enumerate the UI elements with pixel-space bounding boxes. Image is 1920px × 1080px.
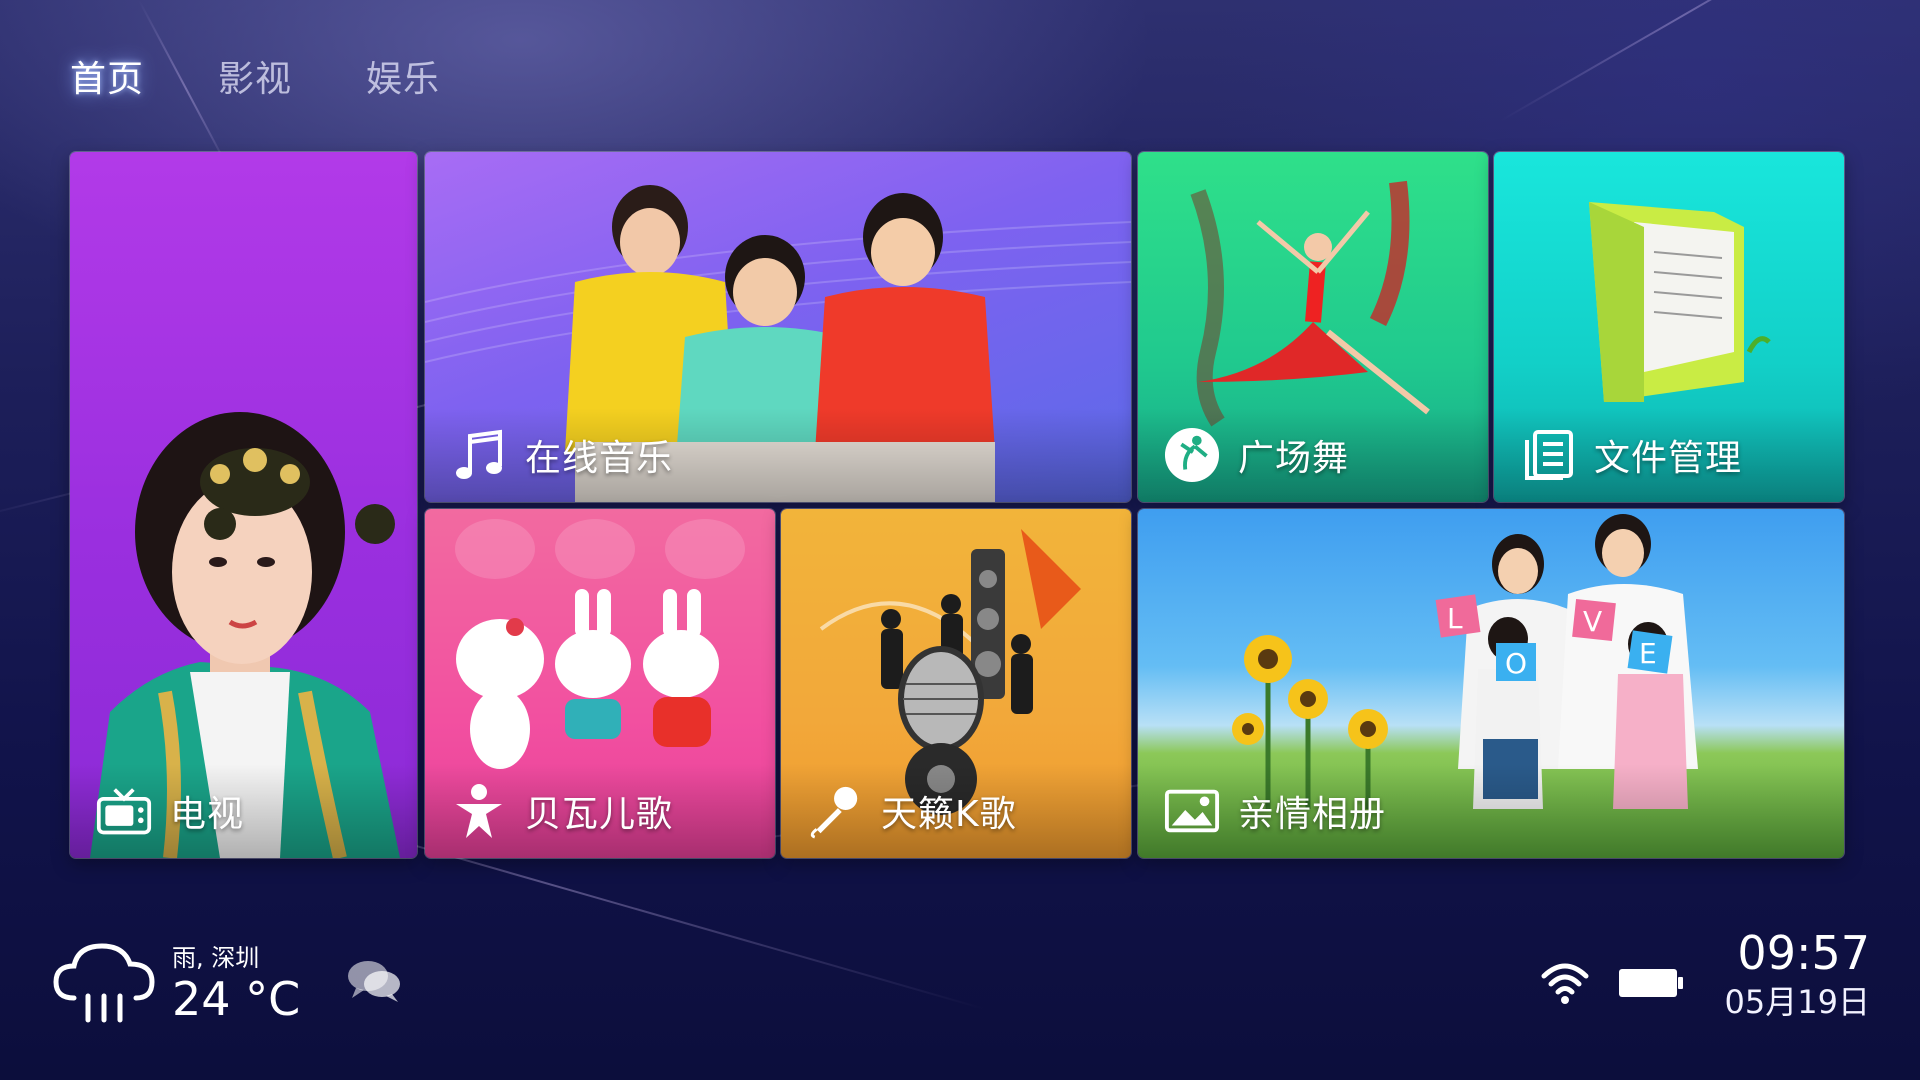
rain-cloud-icon — [52, 940, 158, 1030]
dance-caption: 广场舞 — [1138, 408, 1488, 502]
tab-entertainment[interactable]: 娱乐 — [366, 48, 514, 104]
dancer-icon — [1164, 427, 1220, 483]
tile-file-manager[interactable]: 文件管理 — [1494, 152, 1844, 502]
clock-widget: 09:57 05月19日 — [1725, 926, 1870, 1024]
wifi-icon[interactable] — [1540, 958, 1590, 1010]
tile-kids-songs[interactable]: 贝瓦儿歌 — [425, 509, 775, 858]
tab-home[interactable]: 首页 — [50, 32, 218, 120]
tab-movies[interactable]: 影视 — [218, 48, 366, 104]
home-screen: 首页 影视 娱乐 电视 在线音乐 广场舞 文件管理 贝瓦儿歌 天籁K歌 L O … — [0, 0, 1920, 1080]
file-list-icon — [1520, 427, 1576, 483]
child-icon — [451, 783, 507, 839]
chat-bubbles-icon[interactable] — [346, 958, 402, 1008]
files-caption: 文件管理 — [1494, 408, 1844, 502]
dance-label: 广场舞 — [1238, 438, 1350, 479]
karaoke-caption: 天籁K歌 — [781, 764, 1131, 858]
clock-date: 05月19日 — [1724, 983, 1870, 1021]
top-nav: 首页 影视 娱乐 — [50, 32, 514, 120]
tile-online-music[interactable]: 在线音乐 — [425, 152, 1131, 502]
karaoke-label: 天籁K歌 — [881, 794, 1017, 835]
battery-icon — [1618, 968, 1684, 1002]
album-letter-o: O — [1505, 647, 1527, 680]
kids-caption: 贝瓦儿歌 — [425, 764, 775, 858]
music-label: 在线音乐 — [525, 438, 674, 479]
tv-icon — [96, 783, 152, 839]
weather-widget[interactable]: 雨, 深圳 24 °C — [52, 930, 312, 1030]
files-label: 文件管理 — [1594, 438, 1743, 479]
tile-karaoke[interactable]: 天籁K歌 — [781, 509, 1131, 858]
album-label: 亲情相册 — [1238, 794, 1387, 835]
photo-icon — [1164, 783, 1220, 839]
tile-family-album[interactable]: L O V E 亲情相册 — [1138, 509, 1844, 858]
kids-label: 贝瓦儿歌 — [525, 794, 674, 835]
music-caption: 在线音乐 — [425, 408, 1131, 502]
album-letter-l: L — [1447, 602, 1463, 635]
album-caption: 亲情相册 — [1138, 764, 1844, 858]
tv-label: 电视 — [170, 794, 245, 835]
album-letter-v: V — [1583, 605, 1602, 638]
weather-description: 雨, 深圳 — [172, 944, 260, 972]
background-streak — [1500, 0, 1865, 122]
clock-time: 09:57 — [1737, 926, 1870, 980]
album-letter-e: E — [1639, 637, 1657, 670]
tile-tv[interactable]: 电视 — [70, 152, 417, 858]
tv-caption: 电视 — [70, 764, 417, 858]
microphone-icon — [807, 783, 863, 839]
music-note-icon — [451, 427, 507, 483]
tv-tile-artwork — [90, 412, 400, 858]
weather-temperature: 24 °C — [172, 972, 301, 1026]
tile-square-dance[interactable]: 广场舞 — [1138, 152, 1488, 502]
